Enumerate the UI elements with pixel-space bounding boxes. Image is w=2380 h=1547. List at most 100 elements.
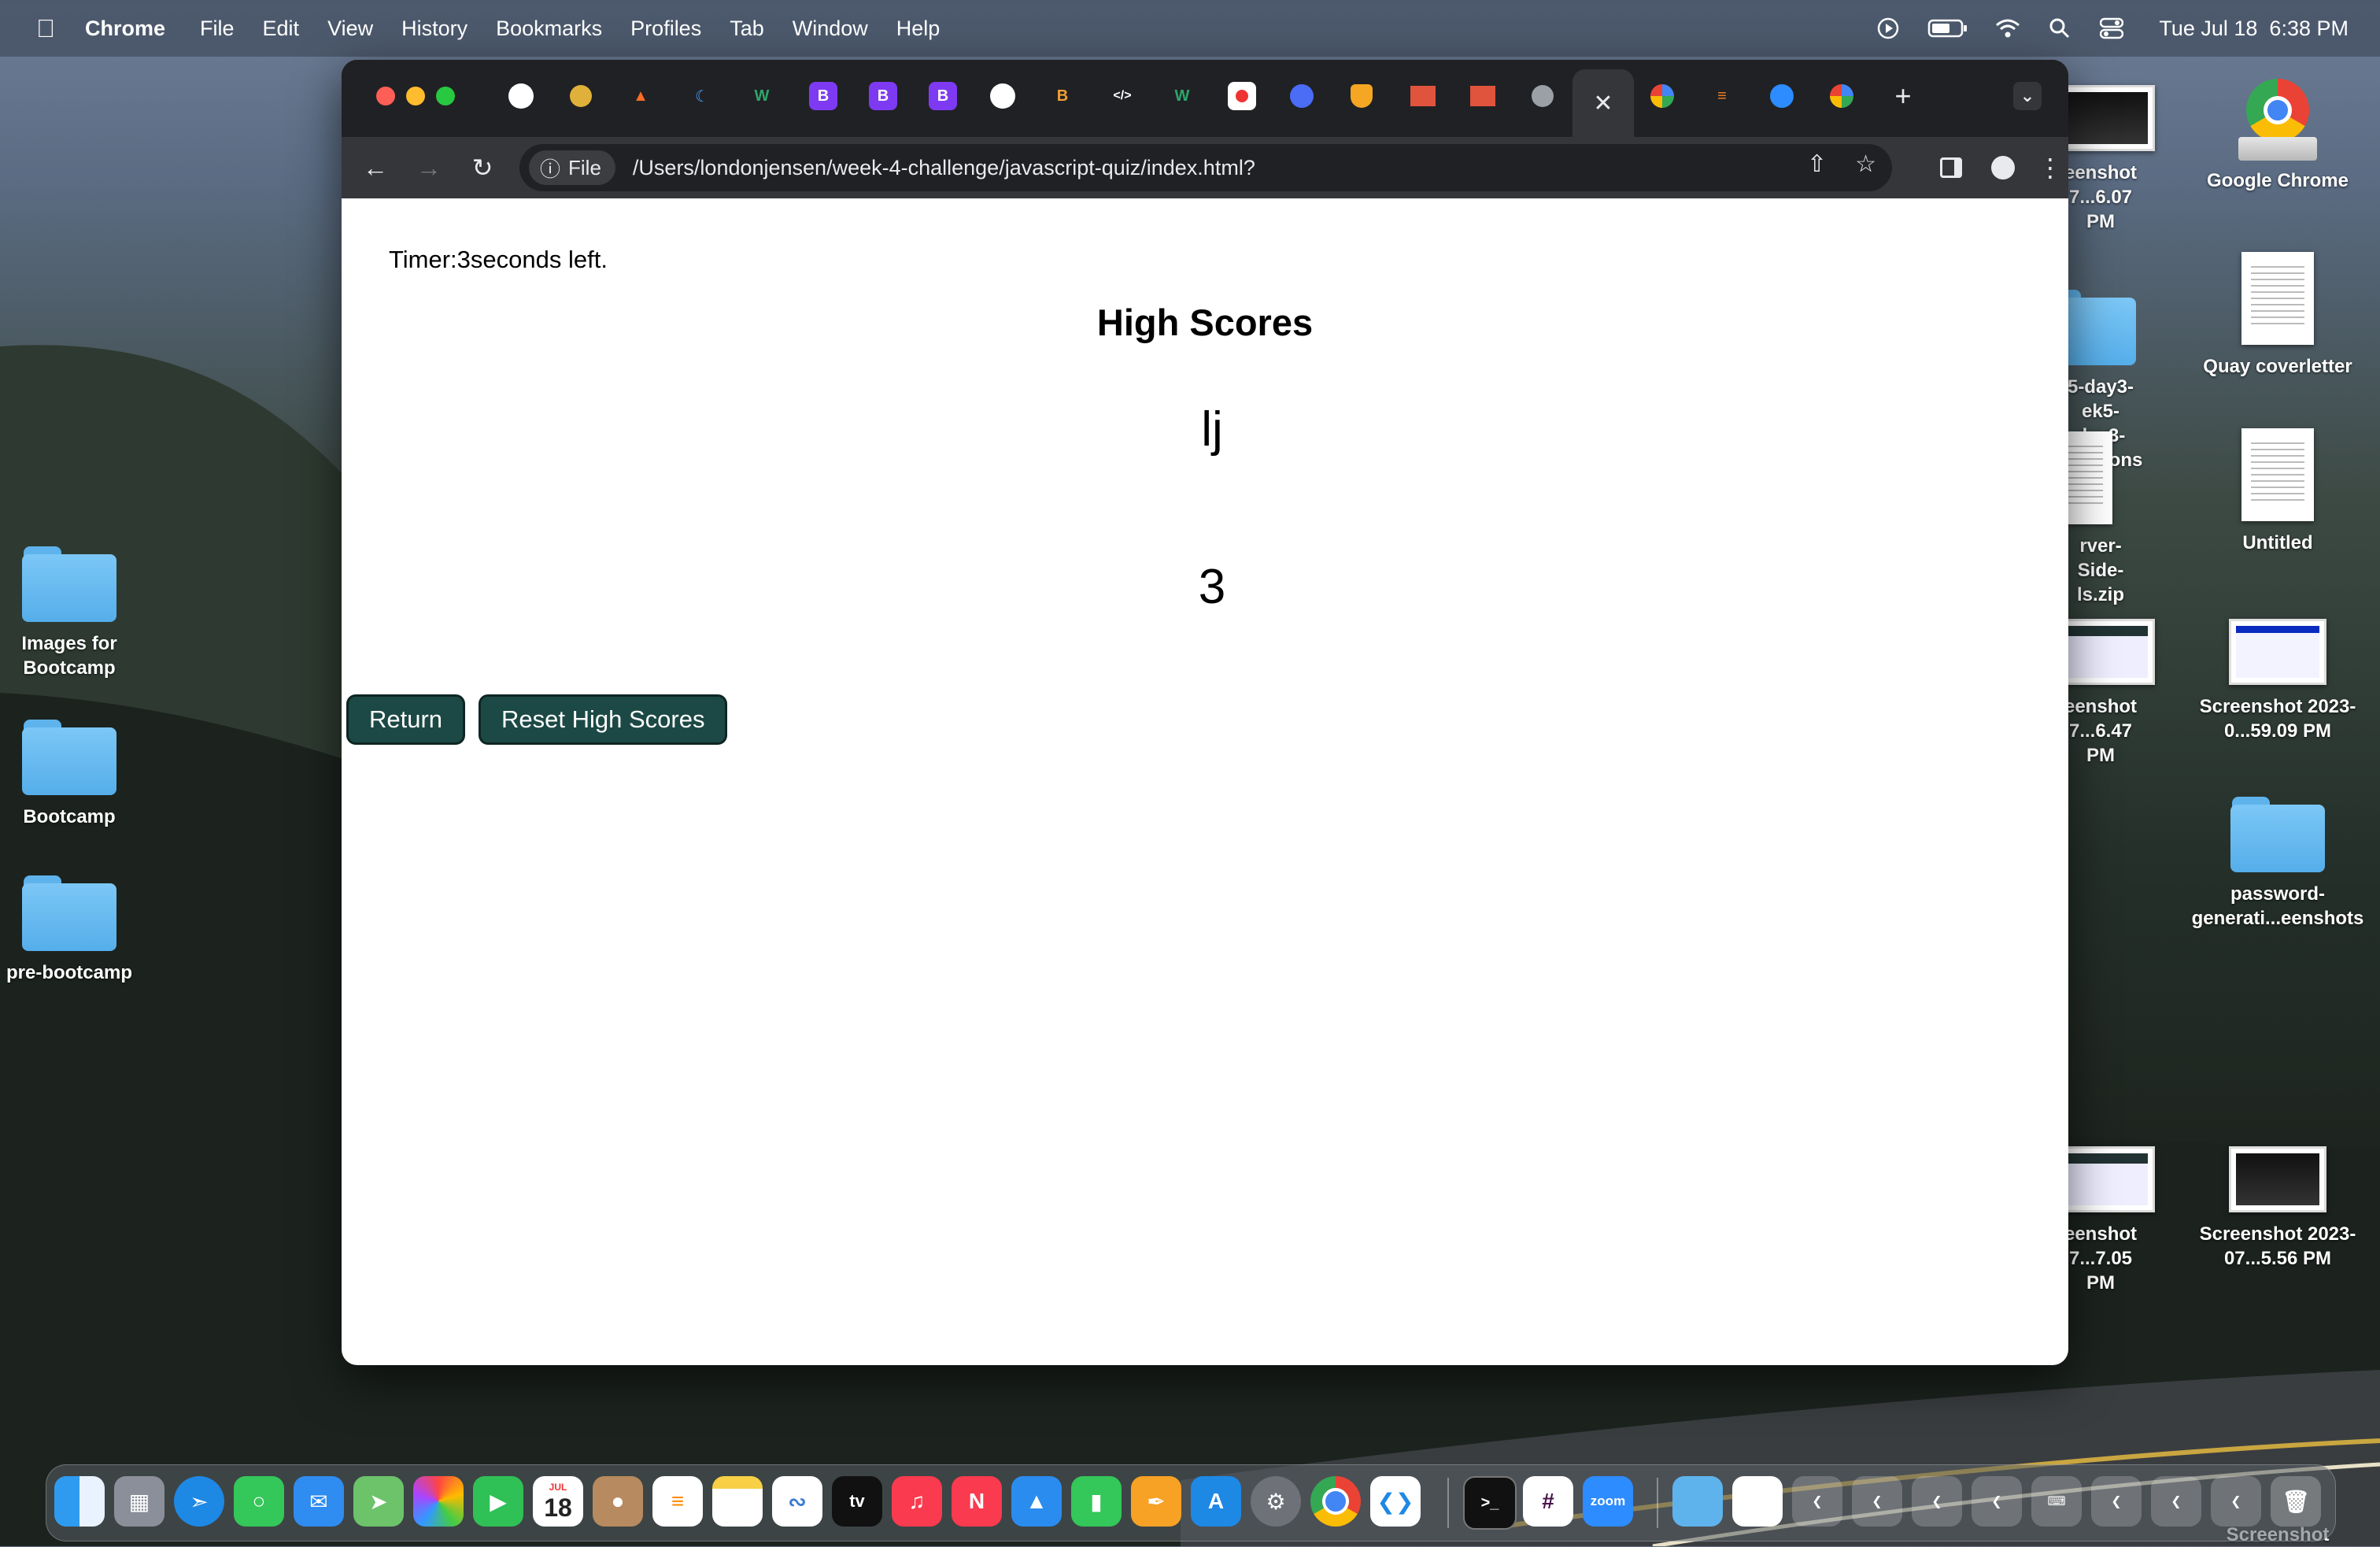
browser-menu-button[interactable]: ⋮ — [2032, 150, 2068, 186]
apple-icon[interactable]:  — [30, 14, 61, 43]
tab-google[interactable] — [1648, 82, 1676, 110]
tab-zoom[interactable] — [1768, 82, 1796, 110]
menu-help[interactable]: Help — [896, 17, 941, 41]
dock-minimized-window-5[interactable]: ⌨ — [2031, 1476, 2082, 1527]
tab-w-2[interactable]: W — [1168, 82, 1196, 110]
tab-record[interactable] — [1228, 82, 1256, 110]
desktop-folder-pre-bootcamp[interactable]: pre-bootcamp — [0, 875, 156, 985]
menu-bookmarks[interactable]: Bookmarks — [496, 17, 602, 41]
tab-bootstrap-3[interactable]: B — [929, 82, 957, 110]
tab-search-button[interactable]: ⌄ — [2013, 82, 2042, 110]
dock-chrome[interactable] — [1310, 1476, 1361, 1527]
new-tab-button[interactable]: + — [1889, 80, 1917, 112]
dock-safari[interactable]: ➣ — [174, 1476, 224, 1527]
dock-launchpad[interactable]: ▦ — [114, 1476, 164, 1527]
dock-maps[interactable]: ➤ — [353, 1476, 404, 1527]
tab-day-badge-1[interactable] — [1409, 82, 1437, 110]
dock-minimized-window-1[interactable]: ❮ — [1792, 1476, 1842, 1527]
close-window-button[interactable] — [376, 87, 395, 105]
dock-photos[interactable] — [413, 1476, 464, 1527]
dock-tv[interactable]: tv — [832, 1476, 882, 1527]
dock-contacts[interactable]: ● — [593, 1476, 643, 1527]
dock-freeform[interactable]: ∾ — [772, 1476, 822, 1527]
share-icon[interactable]: ⇧ — [1807, 150, 1827, 178]
menu-edit[interactable]: Edit — [263, 17, 300, 41]
play-icon[interactable] — [1876, 16, 1901, 41]
dock-news[interactable]: N — [952, 1476, 1002, 1527]
tab-help[interactable] — [1288, 82, 1316, 110]
menu-file[interactable]: File — [200, 17, 235, 41]
tab-moon[interactable]: ☾ — [688, 82, 716, 110]
close-icon[interactable]: ✕ — [1593, 90, 1613, 117]
desktop-doc-untitled[interactable]: Untitled — [2191, 428, 2364, 555]
desktop-screenshot-59-09[interactable]: Screenshot 2023-0...59.09 PM — [2191, 619, 2364, 743]
back-button[interactable]: ← — [357, 150, 394, 186]
dock-trash[interactable]: 🗑 — [2271, 1476, 2321, 1527]
dock-facetime[interactable]: ▶ — [473, 1476, 523, 1527]
tab-bootstrap-2[interactable]: B — [869, 82, 897, 110]
tab-w[interactable]: W — [748, 82, 776, 110]
desktop-doc-quay-coverletter[interactable]: Quay coverletter — [2191, 252, 2364, 379]
battery-icon[interactable] — [1927, 16, 1968, 41]
menu-history[interactable]: History — [401, 17, 468, 41]
dock-minimized-window-2[interactable]: ❮ — [1852, 1476, 1902, 1527]
tab-day-badge-2[interactable] — [1469, 82, 1497, 110]
tab-shield[interactable] — [1347, 82, 1376, 110]
dock-recent-doc[interactable] — [1732, 1476, 1783, 1527]
address-bar[interactable]: ⓘ File /Users/londonjensen/week-4-challe… — [519, 144, 1892, 191]
desktop-folder-bootcamp[interactable]: Bootcamp — [0, 720, 156, 829]
search-icon[interactable] — [2047, 16, 2072, 41]
menu-clock[interactable]: Tue Jul 18 6:38 PM — [2159, 17, 2349, 41]
dock-minimized-window-3[interactable]: ❮ — [1912, 1476, 1962, 1527]
dock-keynote[interactable]: ▲ — [1011, 1476, 1062, 1527]
dock-music[interactable]: ♫ — [892, 1476, 942, 1527]
return-button[interactable]: Return — [346, 694, 466, 745]
desktop-folder-images-for-bootcamp[interactable]: Images for Bootcamp — [0, 546, 156, 680]
tab-gitlab[interactable]: ▲ — [626, 82, 655, 110]
dock-pages[interactable]: ✒ — [1131, 1476, 1181, 1527]
tab-stackoverflow[interactable]: ≡ — [1708, 82, 1736, 110]
dock-slack[interactable]: # — [1523, 1476, 1573, 1527]
control-center-icon[interactable] — [2099, 16, 2124, 41]
menu-tab[interactable]: Tab — [730, 17, 764, 41]
tab-bootstrap-1[interactable]: B — [809, 82, 837, 110]
dock-minimized-window-8[interactable]: ❮ — [2211, 1476, 2261, 1527]
reset-high-scores-button[interactable]: Reset High Scores — [479, 694, 728, 745]
zoom-window-button[interactable] — [436, 87, 455, 105]
dock-numbers[interactable]: ▮ — [1071, 1476, 1122, 1527]
tab-active[interactable]: ✕ — [1572, 69, 1634, 137]
dock-minimized-window-4[interactable]: ❮ — [1972, 1476, 2022, 1527]
tab-b-logo[interactable]: B — [1048, 82, 1077, 110]
minimize-window-button[interactable] — [406, 87, 425, 105]
tab-globe[interactable] — [1528, 82, 1557, 110]
dock-system-settings[interactable]: ⚙ — [1251, 1476, 1301, 1527]
menu-window[interactable]: Window — [793, 17, 868, 41]
profile-button[interactable] — [1985, 150, 2021, 186]
desktop-app-google-chrome[interactable]: Google Chrome — [2191, 76, 2364, 193]
dock-vscode[interactable]: ❮❯ — [1370, 1476, 1421, 1527]
wifi-icon[interactable] — [1995, 16, 2020, 41]
dock-messages[interactable]: ○ — [234, 1476, 284, 1527]
dock-zoom[interactable]: zoom — [1583, 1476, 1633, 1527]
reload-button[interactable]: ↻ — [464, 150, 501, 186]
tab-code[interactable]: </> — [1108, 82, 1136, 110]
menu-profiles[interactable]: Profiles — [630, 17, 701, 41]
url-text[interactable]: /Users/londonjensen/week-4-challenge/jav… — [633, 156, 1255, 180]
dock-minimized-window-6[interactable]: ❮ — [2091, 1476, 2142, 1527]
site-info-chip[interactable]: ⓘ File — [529, 150, 615, 185]
dock-app-store[interactable]: A — [1191, 1476, 1241, 1527]
desktop-folder-password-generator[interactable]: password-generati...eenshots — [2191, 797, 2364, 931]
tab-github-2[interactable] — [989, 82, 1017, 110]
dock-terminal[interactable]: >_ — [1463, 1476, 1517, 1530]
dock-notes[interactable] — [712, 1476, 763, 1527]
forward-button[interactable]: → — [411, 150, 447, 186]
dock-calendar[interactable]: JUL 18 — [533, 1476, 583, 1527]
menu-view[interactable]: View — [327, 17, 373, 41]
dock-downloads-folder[interactable] — [1672, 1476, 1723, 1527]
tab-google-2[interactable] — [1828, 82, 1856, 110]
tab-coin[interactable] — [567, 82, 595, 110]
tab-github[interactable] — [507, 82, 535, 110]
dock-minimized-window-7[interactable]: ❮ — [2151, 1476, 2201, 1527]
side-panel-button[interactable] — [1933, 150, 1969, 186]
dock-reminders[interactable]: ≡ — [652, 1476, 703, 1527]
